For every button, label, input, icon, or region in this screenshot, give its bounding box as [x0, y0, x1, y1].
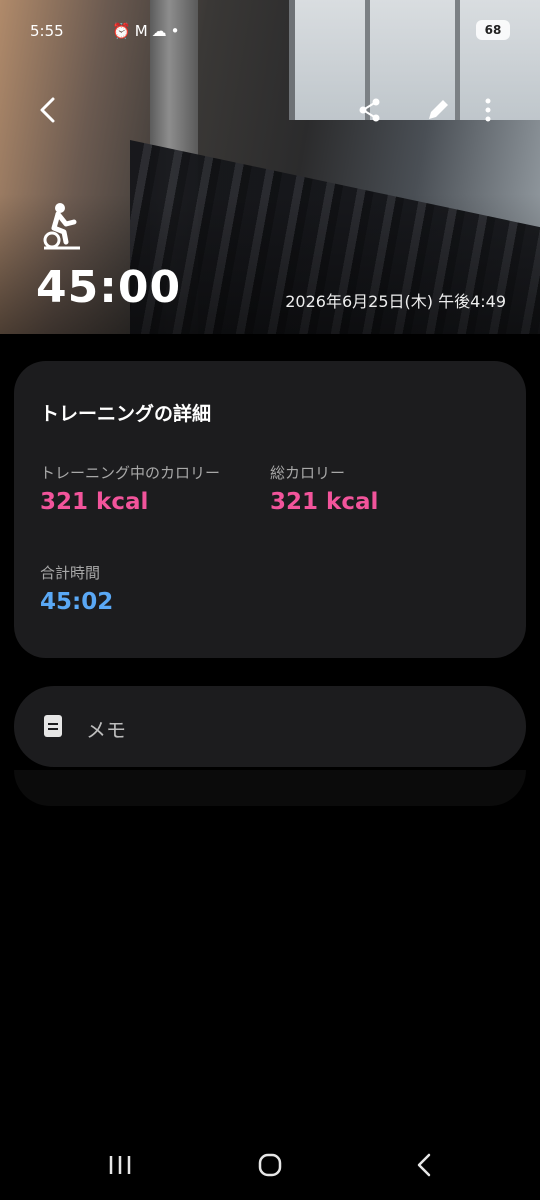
total-time-value: 45:02: [40, 589, 114, 615]
workout-calories-value: 321 kcal: [40, 489, 149, 515]
chevron-left-icon: [40, 97, 55, 123]
cloud-icon: ☁: [151, 22, 171, 40]
dot-icon: •: [170, 22, 184, 40]
battery-indicator: 68: [476, 20, 510, 40]
navigation-bar: [0, 1130, 540, 1200]
back-arrow-icon: [417, 1153, 431, 1177]
edit-button[interactable]: [418, 90, 458, 130]
total-time-label: 合計時間: [40, 564, 101, 582]
home-icon: [258, 1153, 282, 1177]
back-button[interactable]: [28, 90, 68, 130]
more-vert-icon: [485, 98, 491, 122]
workout-datetime: 2026年6月25日(木) 午後4:49: [285, 292, 506, 311]
share-button[interactable]: [350, 90, 390, 130]
status-bar: 5:55 ⏰M☁• 68: [30, 18, 510, 46]
alarm-icon: ⏰: [112, 22, 135, 40]
home-button[interactable]: [250, 1148, 290, 1182]
status-time: 5:55: [30, 22, 64, 40]
details-title: トレーニングの詳細: [40, 403, 212, 425]
memo-field[interactable]: メモ: [14, 686, 526, 767]
memo-label: メモ: [86, 718, 126, 742]
note-icon: [44, 715, 62, 737]
total-calories-label: 総カロリー: [270, 464, 346, 482]
workout-calories-label: トレーニング中のカロリー: [40, 464, 221, 482]
indoor-cycling-icon: [40, 202, 90, 252]
nav-back-button[interactable]: [404, 1148, 444, 1182]
more-options-button[interactable]: [468, 90, 508, 130]
memo-shadow: [14, 770, 526, 806]
workout-details-card: トレーニングの詳細 トレーニング中のカロリー 321 kcal 総カロリー 32…: [14, 361, 526, 658]
gmail-icon: M: [134, 22, 152, 40]
pencil-icon: [429, 100, 448, 119]
share-icon: [359, 98, 380, 122]
total-calories-value: 321 kcal: [270, 489, 379, 515]
recent-apps-icon: [109, 1156, 131, 1174]
notification-icons: ⏰M☁•: [112, 22, 184, 40]
workout-duration: 45:00: [36, 262, 182, 313]
recent-apps-button[interactable]: [100, 1148, 140, 1182]
